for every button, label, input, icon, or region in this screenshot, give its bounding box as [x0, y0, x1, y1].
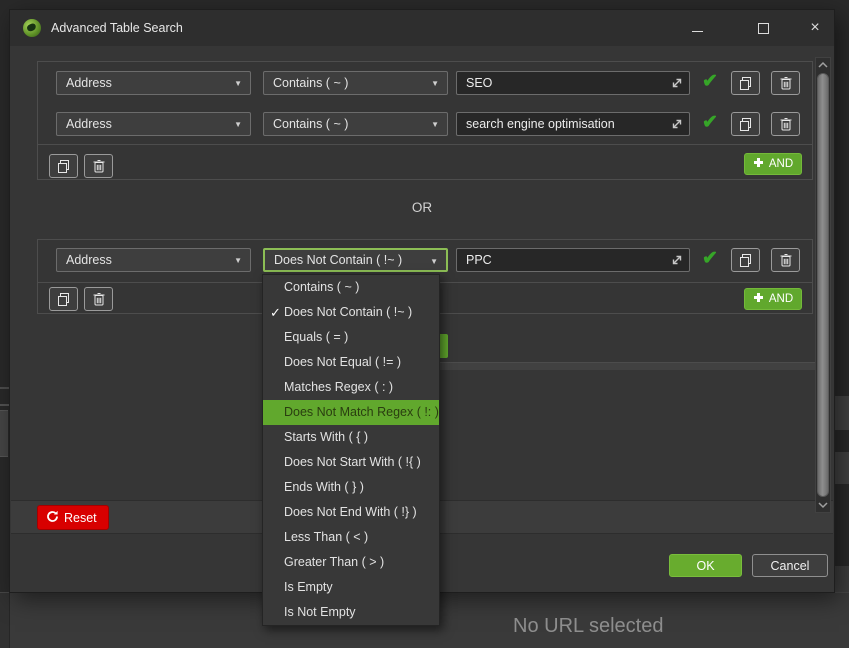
- condition-row: Address ▼ Contains ( ~ ) ▼ ✔: [38, 112, 812, 136]
- maximize-icon: [758, 23, 769, 34]
- operator-dropdown-open[interactable]: Does Not Contain ( !~ ) ▼: [263, 248, 448, 272]
- maximize-button[interactable]: [748, 15, 778, 41]
- background-panel-fragment: [0, 404, 10, 406]
- search-value-wrap: [456, 112, 690, 136]
- search-value-input[interactable]: [456, 71, 690, 95]
- menu-item[interactable]: Greater Than ( > ): [263, 550, 439, 575]
- operator-dropdown-value: Contains ( ~ ): [264, 117, 447, 131]
- menu-item[interactable]: Contains ( ~ ): [263, 275, 439, 300]
- condition-group: Address ▼ Contains ( ~ ) ▼ ✔: [37, 61, 813, 180]
- field-dropdown[interactable]: Address ▼: [56, 248, 251, 272]
- menu-item[interactable]: Matches Regex ( : ): [263, 375, 439, 400]
- condition-row: Address ▼ Contains ( ~ ) ▼ ✔: [38, 71, 812, 95]
- background-panel-fragment: [834, 452, 849, 484]
- condition-row: Address ▼ Does Not Contain ( !~ ) ▼ ✔: [38, 248, 812, 272]
- or-separator: OR: [10, 200, 834, 215]
- operator-dropdown[interactable]: Contains ( ~ ) ▼: [263, 112, 448, 136]
- close-icon: ×: [810, 19, 819, 37]
- menu-item[interactable]: Is Not Empty: [263, 600, 439, 625]
- refresh-icon: [46, 510, 59, 526]
- close-button[interactable]: ×: [800, 15, 830, 41]
- background-panel-fragment: [0, 593, 10, 648]
- delete-row-button[interactable]: [771, 112, 800, 136]
- duplicate-group-button[interactable]: [49, 287, 78, 311]
- delete-row-button[interactable]: [771, 71, 800, 95]
- valid-check-icon: ✔: [702, 247, 718, 270]
- menu-item[interactable]: Does Not Equal ( != ): [263, 350, 439, 375]
- chevron-down-icon: ▼: [430, 258, 438, 266]
- valid-check-icon: ✔: [702, 111, 718, 134]
- operator-dropdown-value: Contains ( ~ ): [264, 76, 447, 90]
- operator-menu: Contains ( ~ ) ✓Does Not Contain ( !~ ) …: [262, 274, 440, 626]
- cancel-button[interactable]: Cancel: [752, 554, 828, 577]
- expand-icon[interactable]: [670, 117, 684, 131]
- operator-dropdown[interactable]: Contains ( ~ ) ▼: [263, 71, 448, 95]
- menu-item-highlighted[interactable]: Does Not Match Regex ( !: ): [263, 400, 439, 425]
- field-dropdown-value: Address: [57, 253, 250, 267]
- ok-button[interactable]: OK: [669, 554, 742, 577]
- duplicate-group-button[interactable]: [49, 154, 78, 178]
- chevron-down-icon: ▼: [431, 121, 439, 129]
- reset-label: Reset: [64, 511, 97, 525]
- scroll-down-arrow[interactable]: [816, 498, 830, 512]
- plus-icon: [753, 292, 764, 306]
- duplicate-row-button[interactable]: [731, 71, 760, 95]
- group-toolbar: [38, 154, 812, 178]
- duplicate-row-button[interactable]: [731, 112, 760, 136]
- background-panel-fragment: [834, 566, 849, 592]
- menu-item[interactable]: Does Not Start With ( !{ ): [263, 450, 439, 475]
- menu-item[interactable]: Less Than ( < ): [263, 525, 439, 550]
- minimize-button[interactable]: [682, 15, 712, 41]
- scrollbar-thumb[interactable]: [817, 73, 829, 497]
- reset-button[interactable]: Reset: [37, 505, 109, 530]
- field-dropdown-value: Address: [57, 76, 250, 90]
- duplicate-row-button[interactable]: [731, 248, 760, 272]
- search-value-input[interactable]: [456, 112, 690, 136]
- field-dropdown[interactable]: Address ▼: [56, 71, 251, 95]
- delete-group-button[interactable]: [84, 287, 113, 311]
- chevron-down-icon: ▼: [234, 257, 242, 265]
- dialog-title: Advanced Table Search: [51, 21, 183, 35]
- minimize-icon: [692, 31, 703, 32]
- menu-item[interactable]: Equals ( = ): [263, 325, 439, 350]
- add-and-button[interactable]: AND: [744, 153, 802, 175]
- chevron-down-icon: ▼: [234, 121, 242, 129]
- add-and-label: AND: [769, 158, 793, 170]
- field-dropdown[interactable]: Address ▼: [56, 112, 251, 136]
- check-icon: ✓: [270, 300, 281, 325]
- advanced-table-search-dialog: Advanced Table Search × Address ▼ Contai…: [10, 10, 834, 592]
- divider: [38, 144, 812, 145]
- menu-item-selected[interactable]: ✓Does Not Contain ( !~ ): [263, 300, 439, 325]
- menu-item[interactable]: Ends With ( } ): [263, 475, 439, 500]
- panel-edge: [435, 362, 815, 370]
- background-panel-fragment: [834, 396, 849, 430]
- status-text: No URL selected: [513, 615, 663, 638]
- search-value-wrap: [456, 248, 690, 272]
- vertical-scrollbar[interactable]: [815, 57, 831, 513]
- delete-row-button[interactable]: [771, 248, 800, 272]
- app-logo-icon: [23, 19, 41, 37]
- scroll-up-arrow[interactable]: [816, 58, 830, 72]
- background-panel-fragment: [0, 387, 10, 389]
- valid-check-icon: ✔: [702, 70, 718, 93]
- search-value-wrap: [456, 71, 690, 95]
- chevron-down-icon: ▼: [431, 80, 439, 88]
- dialog-titlebar[interactable]: Advanced Table Search ×: [10, 10, 834, 46]
- expand-icon[interactable]: [670, 253, 684, 267]
- background-panel-fragment: [0, 410, 8, 457]
- chevron-down-icon: ▼: [234, 80, 242, 88]
- delete-group-button[interactable]: [84, 154, 113, 178]
- operator-dropdown-value: Does Not Contain ( !~ ): [265, 253, 446, 267]
- search-value-input[interactable]: [456, 248, 690, 272]
- menu-item[interactable]: Starts With ( { ): [263, 425, 439, 450]
- plus-icon: [753, 157, 764, 171]
- add-and-label: AND: [769, 293, 793, 305]
- add-and-button[interactable]: AND: [744, 288, 802, 310]
- expand-icon[interactable]: [670, 76, 684, 90]
- menu-item[interactable]: Is Empty: [263, 575, 439, 600]
- menu-item[interactable]: Does Not End With ( !} ): [263, 500, 439, 525]
- field-dropdown-value: Address: [57, 117, 250, 131]
